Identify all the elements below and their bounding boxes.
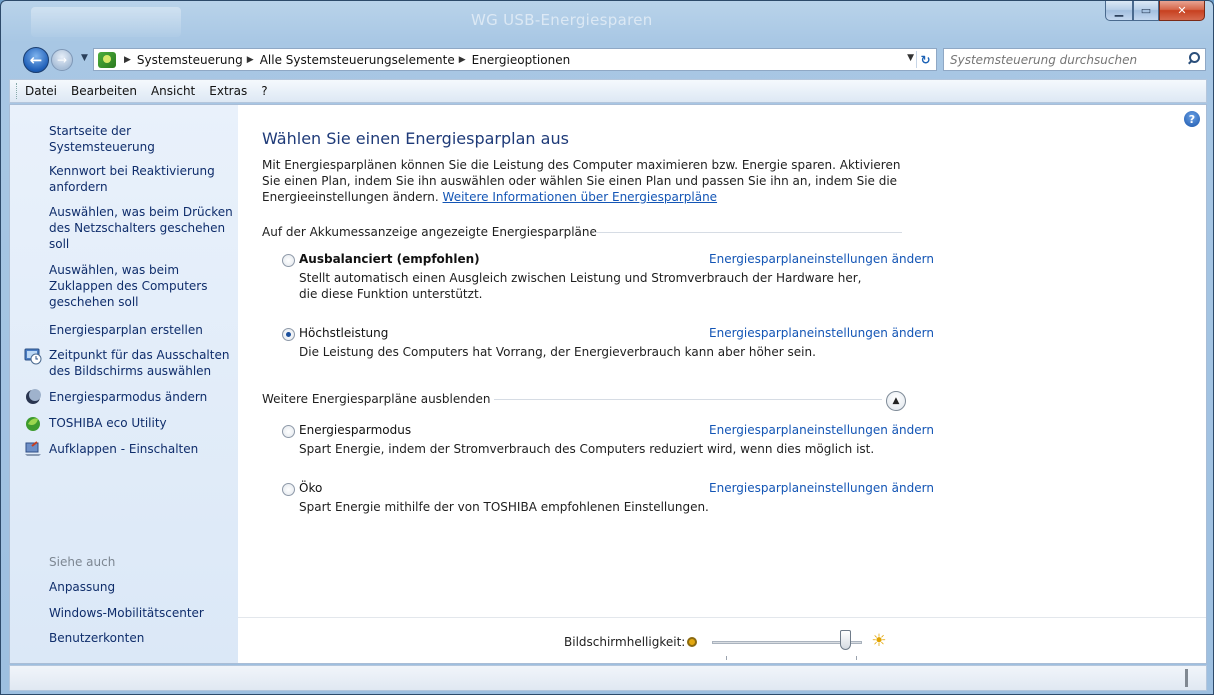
plan-high-performance-radio[interactable] xyxy=(282,328,295,341)
breadcrumb-systemsteuerung[interactable]: Systemsteuerung xyxy=(137,53,243,67)
sidebar-link-home[interactable]: Startseite der Systemsteuerung xyxy=(49,123,234,155)
title-bar[interactable]: WG USB-Energiesparen ▁ ▭ ✕ xyxy=(1,1,1213,37)
address-dropdown-icon[interactable]: ▼ xyxy=(907,53,914,63)
sidebar-link-open-lid[interactable]: Aufklappen - Einschalten xyxy=(49,441,234,457)
plan-high-performance-name[interactable]: Höchstleistung xyxy=(299,326,388,340)
plan-balanced-description: Stellt automatisch einen Ausgleich zwisc… xyxy=(299,271,862,301)
dim-brightness-icon xyxy=(687,637,697,647)
plan-power-saver-radio[interactable] xyxy=(282,425,295,438)
menu-grip xyxy=(16,83,19,99)
plan-eco-description: Spart Energie mithilfe der von TOSHIBA e… xyxy=(299,500,709,514)
plan-balanced-name[interactable]: Ausbalanciert (empfohlen) xyxy=(299,252,480,266)
search-icon[interactable] xyxy=(1185,51,1201,67)
slider-tick xyxy=(856,656,857,660)
window-controls: ▁ ▭ ✕ xyxy=(1105,1,1205,21)
brightness-slider-thumb[interactable] xyxy=(839,630,851,650)
sidebar-link-power-button[interactable]: Auswählen, was beim Drücken des Netzscha… xyxy=(49,204,234,252)
address-bar[interactable]: ▶ Systemsteuerung ▶ Alle Systemsteuerung… xyxy=(93,48,937,71)
sidebar-link-create-plan[interactable]: Energiesparplan erstellen xyxy=(49,322,234,338)
sidebar-link-sleep[interactable]: Energiesparmodus ändern xyxy=(49,389,234,405)
group-divider xyxy=(494,399,882,400)
maximize-button[interactable]: ▭ xyxy=(1133,1,1159,21)
recent-pages-dropdown-icon[interactable]: ▼ xyxy=(81,53,88,63)
menu-datei[interactable]: Datei xyxy=(25,84,57,98)
menu-bar: Datei Bearbeiten Ansicht Extras ? xyxy=(9,79,1207,103)
main-panel: ? Wählen Sie einen Energiesparplan aus M… xyxy=(238,105,1206,663)
more-info-link[interactable]: Weitere Informationen über Energiesparpl… xyxy=(443,190,718,204)
plan-eco-radio[interactable] xyxy=(282,483,295,496)
plan-balanced-radio[interactable] xyxy=(282,254,295,267)
moon-icon xyxy=(24,388,42,406)
see-also-link-mobility-center[interactable]: Windows-Mobilitätscenter xyxy=(49,605,234,621)
forward-button[interactable]: → xyxy=(51,49,73,71)
control-panel-window: WG USB-Energiesparen ▁ ▭ ✕ ← → ▼ ▶ Syste… xyxy=(0,0,1214,695)
page-title: Wählen Sie einen Energiesparplan aus xyxy=(262,129,569,148)
search-input[interactable] xyxy=(950,52,1170,67)
breadcrumb-alle-elemente[interactable]: Alle Systemsteuerungselemente xyxy=(260,53,455,67)
sidebar-link-toshiba-eco[interactable]: TOSHIBA eco Utility xyxy=(49,415,234,431)
collapse-chevron-up-icon[interactable]: ▲ xyxy=(886,391,906,411)
lid-open-icon xyxy=(24,440,42,458)
resize-grip-icon[interactable] xyxy=(1185,669,1188,687)
intro-text: Mit Energiesparplänen können Sie die Lei… xyxy=(262,157,912,205)
plan-eco-name[interactable]: Öko xyxy=(299,481,322,495)
eco-leaf-icon xyxy=(24,414,42,432)
plan-eco-settings-link[interactable]: Energiesparplaneinstellungen ändern xyxy=(709,481,934,495)
help-icon[interactable]: ? xyxy=(1184,111,1200,127)
menu-bearbeiten[interactable]: Bearbeiten xyxy=(71,84,137,98)
see-also-link-personalization[interactable]: Anpassung xyxy=(49,579,234,595)
sidebar-link-lid[interactable]: Auswählen, was beim Zuklappen des Comput… xyxy=(49,262,234,310)
plan-high-performance-settings-link[interactable]: Energiesparplaneinstellungen ändern xyxy=(709,326,934,340)
content-area: Startseite der Systemsteuerung Kennwort … xyxy=(9,104,1207,664)
plan-power-saver-settings-link[interactable]: Energiesparplaneinstellungen ändern xyxy=(709,423,934,437)
display-clock-icon xyxy=(24,347,42,365)
brightness-bar: Bildschirmhelligkeit: ☀ xyxy=(238,617,1206,663)
menu-extras[interactable]: Extras xyxy=(209,84,247,98)
close-button[interactable]: ✕ xyxy=(1159,1,1205,21)
refresh-icon[interactable]: ↻ xyxy=(916,51,934,68)
status-bar xyxy=(9,665,1207,691)
back-button[interactable]: ← xyxy=(23,47,49,73)
group-heading-battery-plans: Auf der Akkumessanzeige angezeigte Energ… xyxy=(262,225,597,239)
menu-ansicht[interactable]: Ansicht xyxy=(151,84,195,98)
plan-power-saver-name[interactable]: Energiesparmodus xyxy=(299,423,411,437)
plan-power-saver-description: Spart Energie, indem der Stromverbrauch … xyxy=(299,442,875,456)
minimize-button[interactable]: ▁ xyxy=(1105,1,1133,21)
menu-help[interactable]: ? xyxy=(261,84,267,98)
breadcrumb-energieoptionen[interactable]: Energieoptionen xyxy=(472,53,571,67)
window-title: WG USB-Energiesparen xyxy=(471,11,653,29)
see-also-heading: Siehe auch xyxy=(49,555,116,569)
breadcrumb-separator-icon[interactable]: ▶ xyxy=(459,55,466,65)
plan-high-performance-description: Die Leistung des Computers hat Vorrang, … xyxy=(299,345,816,359)
slider-tick xyxy=(726,656,727,660)
blurred-background-window xyxy=(31,7,181,37)
group-heading-more-plans[interactable]: Weitere Energiesparpläne ausblenden xyxy=(262,392,490,406)
search-box[interactable] xyxy=(943,48,1206,71)
task-pane: Startseite der Systemsteuerung Kennwort … xyxy=(10,105,238,663)
navigation-bar: ← → ▼ ▶ Systemsteuerung ▶ Alle Systemste… xyxy=(1,41,1213,75)
control-panel-icon xyxy=(98,51,116,68)
bright-sun-icon: ☀ xyxy=(871,631,887,651)
group-divider xyxy=(594,232,902,233)
see-also-link-user-accounts[interactable]: Benutzerkonten xyxy=(49,630,234,646)
brightness-label: Bildschirmhelligkeit: xyxy=(564,635,686,649)
sidebar-link-display-off[interactable]: Zeitpunkt für das Ausschalten des Bildsc… xyxy=(49,347,234,379)
plan-balanced-settings-link[interactable]: Energiesparplaneinstellungen ändern xyxy=(709,252,934,266)
breadcrumb-separator-icon[interactable]: ▶ xyxy=(247,55,254,65)
sidebar-link-password[interactable]: Kennwort bei Reaktivierung anfordern xyxy=(49,163,234,195)
breadcrumb-separator-icon[interactable]: ▶ xyxy=(124,55,131,65)
